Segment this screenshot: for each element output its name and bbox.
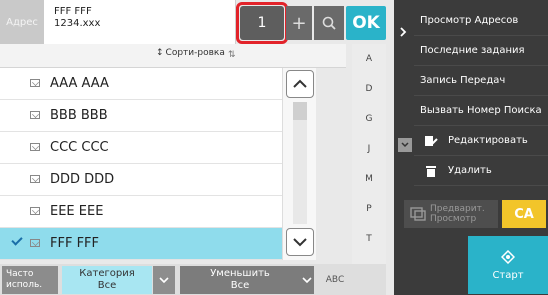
highlight-frame (236, 2, 288, 44)
reduce-value: Все (230, 280, 250, 291)
reduce-label: Уменьшить (210, 268, 270, 279)
scroll-track[interactable] (293, 102, 307, 224)
sort-label: Сорти-ровка (165, 48, 225, 58)
start-button[interactable]: Старт (468, 236, 548, 294)
panel-toggle-button[interactable] (394, 22, 412, 42)
scroll-thumb[interactable] (293, 102, 307, 120)
menu-item-delete[interactable]: Удалить (414, 156, 548, 186)
chevron-down-icon (302, 276, 312, 283)
menu-item-delete-label: Удалить (448, 165, 492, 176)
action-menu: Просмотр Адресов Последние задания Запис… (414, 6, 548, 186)
list-item-selected[interactable]: FFF FFF (0, 228, 282, 260)
list-item[interactable]: BBB BBB (0, 100, 282, 132)
sort-row: ↕ Сорти-ровка ⇅ (0, 44, 346, 68)
sort-icon: ↕ (156, 48, 164, 58)
chevron-down-icon (401, 142, 409, 148)
alpha-index-item[interactable]: J (352, 134, 386, 164)
menu-item-call-search-number[interactable]: Вызвать Номер Поиска (414, 96, 548, 126)
address-line1: FFF FFF (54, 6, 92, 17)
alpha-index-item[interactable]: G (352, 104, 386, 134)
checkmark-icon (11, 234, 23, 246)
address-list: AAA AAA BBB BBB CCC CCC DDD DDD EEE EEE … (0, 68, 282, 260)
menu-item-edit[interactable]: Редактировать (414, 126, 548, 156)
list-item-name: AAA AAA (50, 76, 109, 91)
category-select[interactable]: Категория Все (62, 266, 152, 294)
sort-alpha-icon[interactable]: ⇅ (228, 50, 236, 60)
list-item-name: FFF FFF (50, 236, 99, 251)
alpha-index-item[interactable]: P (352, 194, 386, 224)
list-item[interactable]: DDD DDD (0, 164, 282, 196)
chevron-right-icon (400, 27, 407, 37)
bottom-bar: Часто исполь. Категория Все Уменьшить Вс… (0, 264, 386, 295)
chevron-up-icon (293, 79, 307, 88)
edit-icon (425, 136, 438, 146)
ok-button[interactable]: OK (346, 6, 386, 40)
mail-icon (30, 111, 40, 119)
trash-icon (426, 166, 436, 177)
preview-icon (410, 207, 426, 221)
mail-icon (30, 79, 40, 87)
category-label: Категория (79, 268, 135, 279)
address-label: Адрес (0, 0, 44, 44)
alpha-index-item[interactable]: D (352, 74, 386, 104)
sort-button[interactable]: ↕ Сорти-ровка (156, 48, 225, 58)
alpha-index-item[interactable]: M (352, 164, 386, 194)
collapse-button[interactable] (398, 138, 412, 152)
list-item[interactable]: AAA AAA (0, 68, 282, 100)
list-item[interactable]: CCC CCC (0, 132, 282, 164)
address-line2: 1234.xxx (54, 18, 101, 29)
chevron-down-icon (159, 276, 169, 283)
menu-item-address-review[interactable]: Просмотр Адресов (414, 6, 548, 36)
chevron-down-icon (293, 238, 307, 247)
reduce-dropdown-button[interactable] (300, 266, 314, 294)
list-item-name: DDD DDD (50, 172, 115, 187)
alpha-index-item[interactable]: A (352, 44, 386, 74)
menu-item-transmit-log[interactable]: Запись Передач (414, 66, 548, 96)
add-button[interactable]: + (286, 6, 312, 40)
preview-label-1: Предварит. (430, 204, 485, 214)
mail-icon (30, 143, 40, 151)
reduce-select[interactable]: Уменьшить Все (180, 266, 300, 294)
address-field[interactable]: FFF FFF 1234.xxx (44, 0, 236, 44)
list-item-name: CCC CCC (50, 140, 109, 155)
scroll-up-button[interactable] (286, 70, 314, 98)
category-value: Все (97, 280, 117, 291)
list-item-name: EEE EEE (50, 204, 104, 219)
address-book-screen: Адрес FFF FFF 1234.xxx 1 + OK ↕ Сорти-ро… (0, 0, 548, 295)
menu-item-recent-jobs[interactable]: Последние задания (414, 36, 548, 66)
clear-all-button[interactable]: CA (502, 200, 546, 228)
mail-icon (30, 175, 40, 183)
category-dropdown-button[interactable] (153, 266, 175, 294)
list-item[interactable]: EEE EEE (0, 196, 282, 228)
mail-icon (30, 207, 40, 215)
menu-item-edit-label: Редактировать (448, 135, 528, 146)
frequent-use-tab[interactable]: Часто исполь. (2, 266, 58, 294)
preview-button[interactable]: Предварит. Просмотр (404, 200, 498, 228)
abc-tab[interactable]: ABC (320, 266, 350, 294)
list-item-name: BBB BBB (50, 108, 108, 123)
search-button[interactable] (314, 6, 344, 40)
alphabet-index: A D G J M P T W (352, 44, 386, 274)
scroll-column (282, 68, 316, 260)
mail-icon (30, 239, 40, 247)
preview-label-2: Просмотр (430, 214, 477, 224)
alpha-index-item[interactable]: T (352, 224, 386, 254)
start-icon (501, 249, 515, 264)
search-icon (322, 16, 336, 30)
scroll-down-button[interactable] (286, 228, 314, 256)
start-label: Старт (492, 269, 524, 281)
